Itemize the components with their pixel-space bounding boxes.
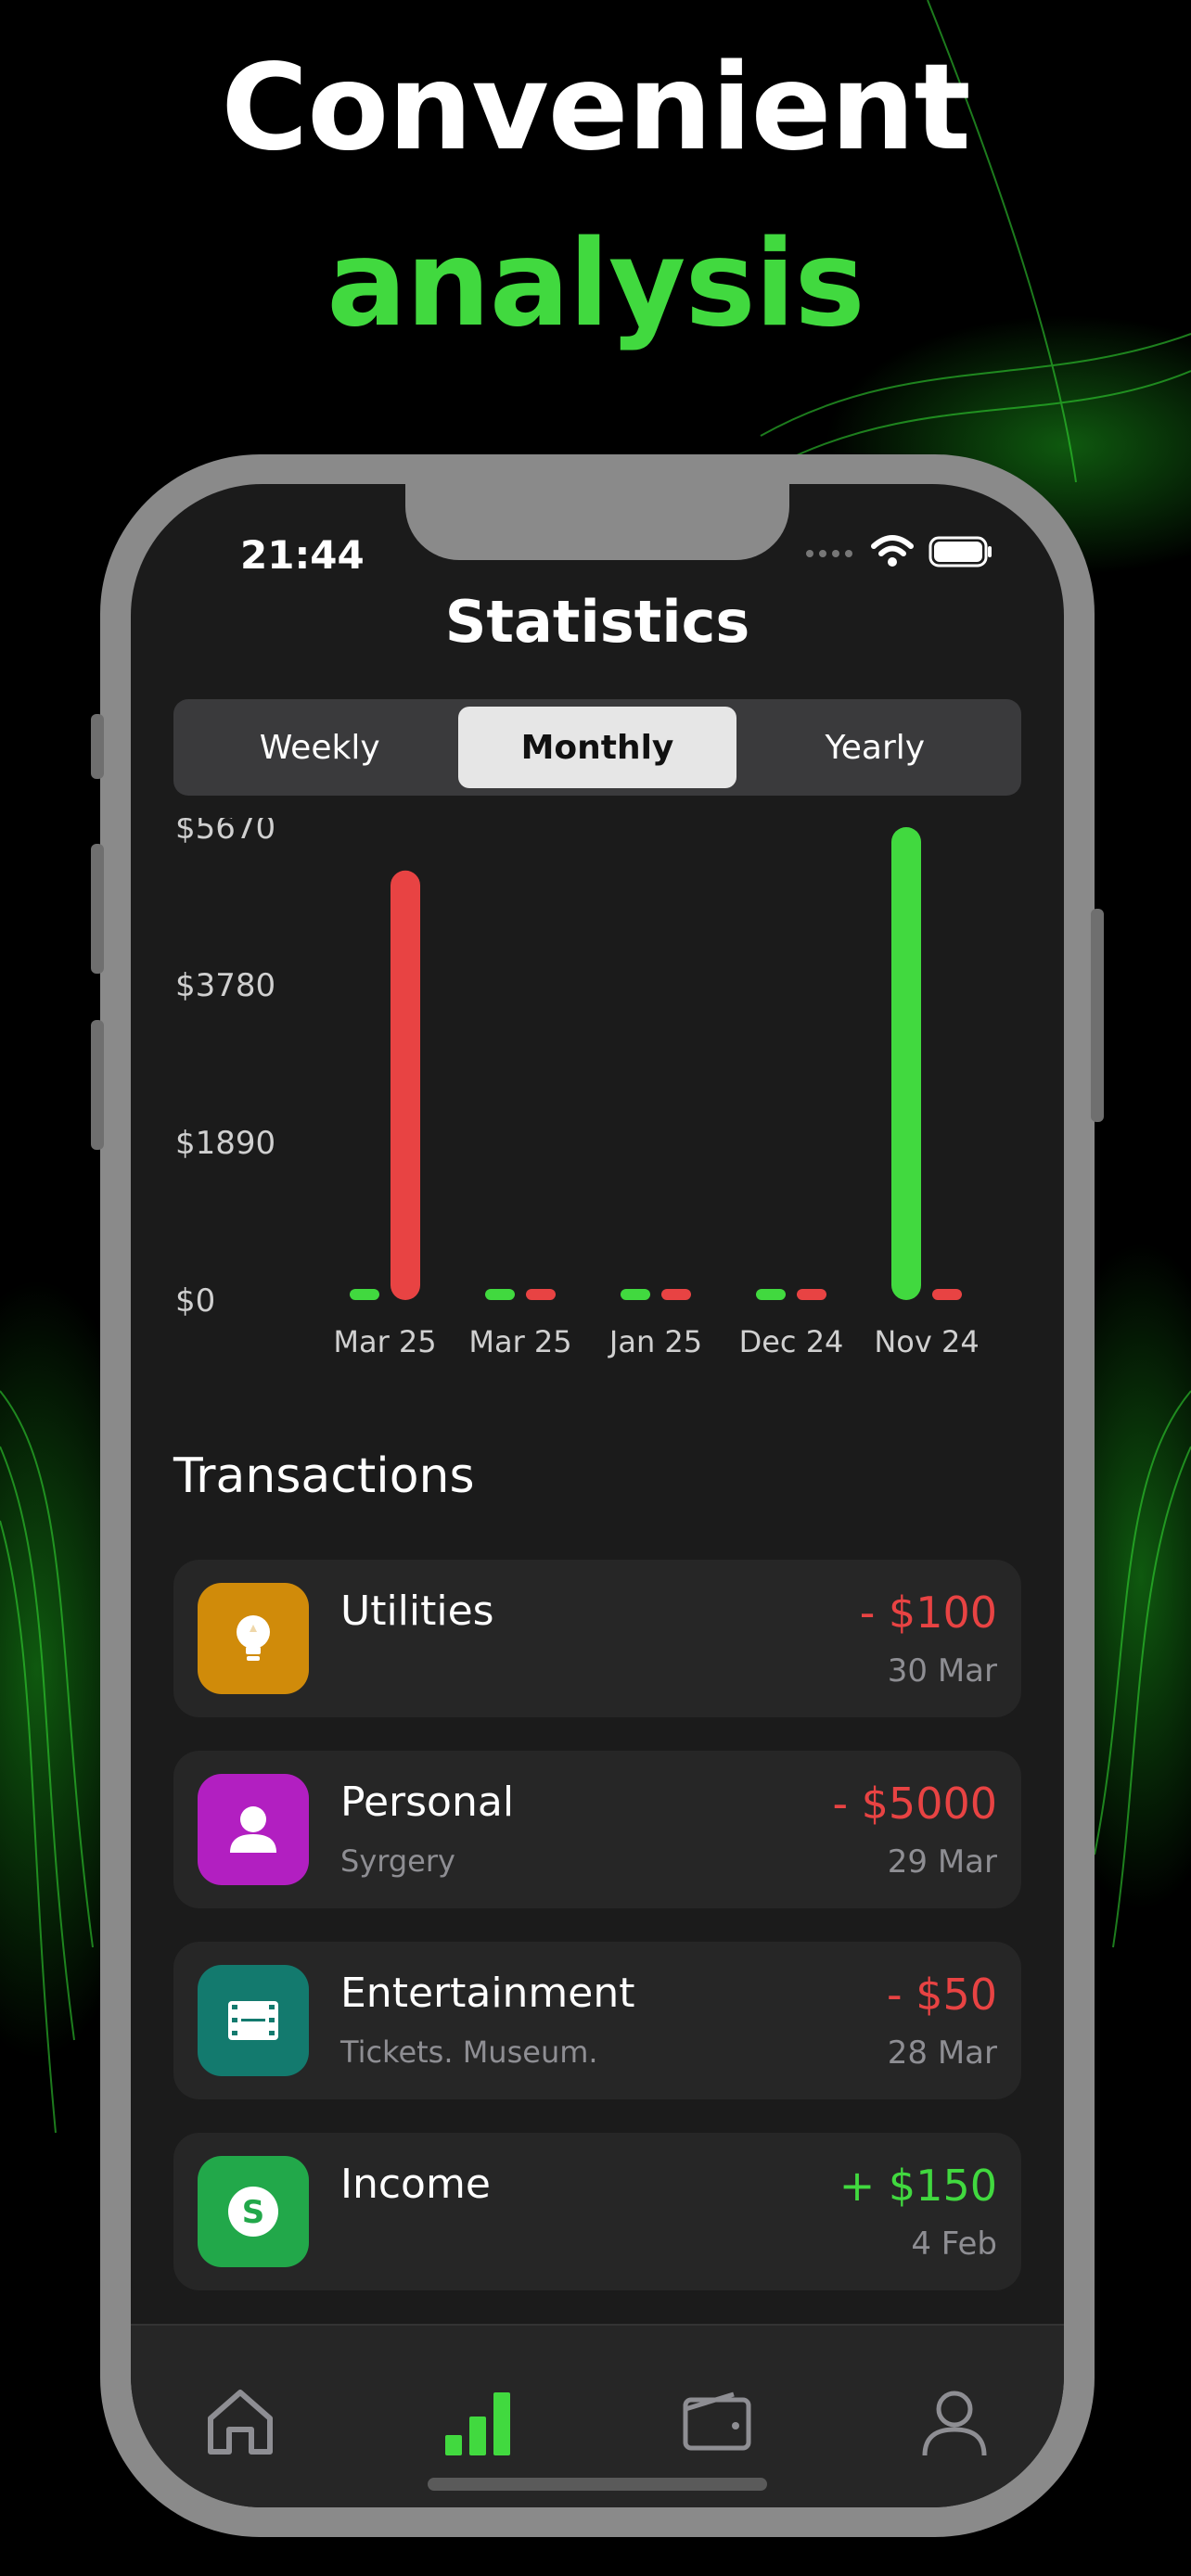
y-axis-tick-label: $0	[175, 1282, 215, 1320]
chart-plot-area: Mar 25 Mar 25 Jan 25 Dec 24 Nov 24 O	[333, 827, 1064, 1359]
tab-profile[interactable]	[908, 2374, 1001, 2467]
tab-home[interactable]	[194, 2374, 287, 2467]
hero-title-line-2: analysis	[327, 215, 864, 353]
income-bar	[756, 1289, 786, 1300]
cellular-signal-icon	[806, 550, 852, 557]
transaction-category-icon	[198, 1965, 309, 2076]
transaction-name: Utilities	[340, 1588, 494, 1635]
profile-icon	[922, 2391, 987, 2456]
income-bar	[891, 827, 921, 1300]
lightbulb-icon	[237, 1615, 270, 1661]
transaction-row-entertainment[interactable]: Entertainment Tickets. Museum. - $50 28 …	[173, 1942, 1021, 2099]
income-bar	[1027, 1289, 1057, 1300]
app-screen: 21:44 Statistics Weekly Monthly Yearly $…	[131, 484, 1064, 2507]
y-axis-tick-label: $3780	[175, 967, 275, 1004]
transaction-category-icon	[198, 1583, 309, 1694]
hero-title-line-1: Convenient	[221, 39, 970, 177]
transaction-amount: - $5000	[832, 1779, 997, 1829]
person-icon	[230, 1806, 276, 1853]
transaction-category-icon: S	[198, 2156, 309, 2267]
mute-switch	[91, 714, 104, 779]
transaction-row-personal[interactable]: Personal Syrgery - $5000 29 Mar	[173, 1751, 1021, 1908]
expense-bar	[661, 1289, 691, 1300]
transaction-date: 30 Mar	[887, 1652, 997, 1690]
segment-yearly[interactable]: Yearly	[736, 707, 1014, 788]
transactions-header: Transactions	[173, 1448, 475, 1504]
segment-weekly[interactable]: Weekly	[181, 707, 458, 788]
transaction-note: Tickets. Museum.	[340, 2034, 598, 2070]
y-axis-tick-label: $1890	[175, 1125, 275, 1162]
transaction-amount: - $50	[886, 1970, 997, 2020]
expense-bar	[391, 870, 420, 1300]
x-axis-tick-label: Jan 25	[608, 1324, 702, 1359]
phone-frame: 21:44 Statistics Weekly Monthly Yearly $…	[91, 454, 1104, 2537]
transaction-date: 29 Mar	[887, 1843, 997, 1881]
dollar-icon: S	[228, 2187, 278, 2237]
y-axis-tick-label: $5670	[175, 818, 275, 847]
x-axis-tick-label: O	[1050, 1324, 1064, 1359]
monthly-bar-chart: $0 $1890 $3780 $5670 Mar 25 Mar 25 Jan 25 Dec 2…	[175, 818, 1064, 1359]
x-axis-tick-label: Mar 25	[468, 1324, 571, 1359]
x-axis-tick-label: Mar 25	[333, 1324, 436, 1359]
transaction-row-income[interactable]: S Income + $150 4 Feb	[173, 2133, 1021, 2290]
transaction-name: Personal	[340, 1779, 515, 1826]
transaction-category-icon	[198, 1774, 309, 1885]
income-bar	[621, 1289, 650, 1300]
status-time: 21:44	[240, 532, 365, 578]
stats-icon	[445, 2392, 510, 2455]
home-indicator	[428, 2478, 767, 2491]
expense-bar	[797, 1289, 826, 1300]
expense-bar	[932, 1289, 962, 1300]
transaction-row-utilities[interactable]: Utilities - $100 30 Mar	[173, 1560, 1021, 1717]
wifi-icon	[871, 535, 914, 567]
volume-up-button	[91, 844, 104, 974]
income-bar	[350, 1289, 379, 1300]
power-button	[1091, 909, 1104, 1122]
svg-text:S: S	[242, 2194, 265, 2231]
income-bar	[485, 1289, 515, 1300]
transaction-name: Entertainment	[340, 1970, 635, 2017]
x-axis-tick-label: Nov 24	[874, 1324, 979, 1359]
transactions-list: Utilities - $100 30 Mar Personal Syrgery…	[173, 1560, 1021, 2324]
x-axis-tick-label: Dec 24	[739, 1324, 844, 1359]
transaction-note: Syrgery	[340, 1843, 455, 1879]
status-icons	[804, 529, 993, 575]
transaction-date: 4 Feb	[911, 2225, 997, 2263]
tab-wallet[interactable]	[671, 2374, 763, 2467]
transaction-amount: + $150	[839, 2161, 997, 2211]
battery-icon	[928, 536, 992, 567]
volume-down-button	[91, 1020, 104, 1150]
segment-monthly[interactable]: Monthly	[458, 707, 736, 788]
tab-statistics[interactable]	[432, 2374, 525, 2467]
transaction-amount: - $100	[859, 1588, 997, 1638]
home-icon	[208, 2390, 273, 2455]
page-title: Statistics	[444, 588, 750, 656]
notch	[405, 484, 789, 560]
film-icon	[228, 2001, 278, 2040]
period-segmented-control: Weekly Monthly Yearly	[173, 699, 1021, 796]
expense-bar	[526, 1289, 556, 1300]
wallet-icon	[683, 2391, 751, 2451]
transaction-date: 28 Mar	[887, 2034, 997, 2072]
transaction-name: Income	[340, 2161, 491, 2208]
